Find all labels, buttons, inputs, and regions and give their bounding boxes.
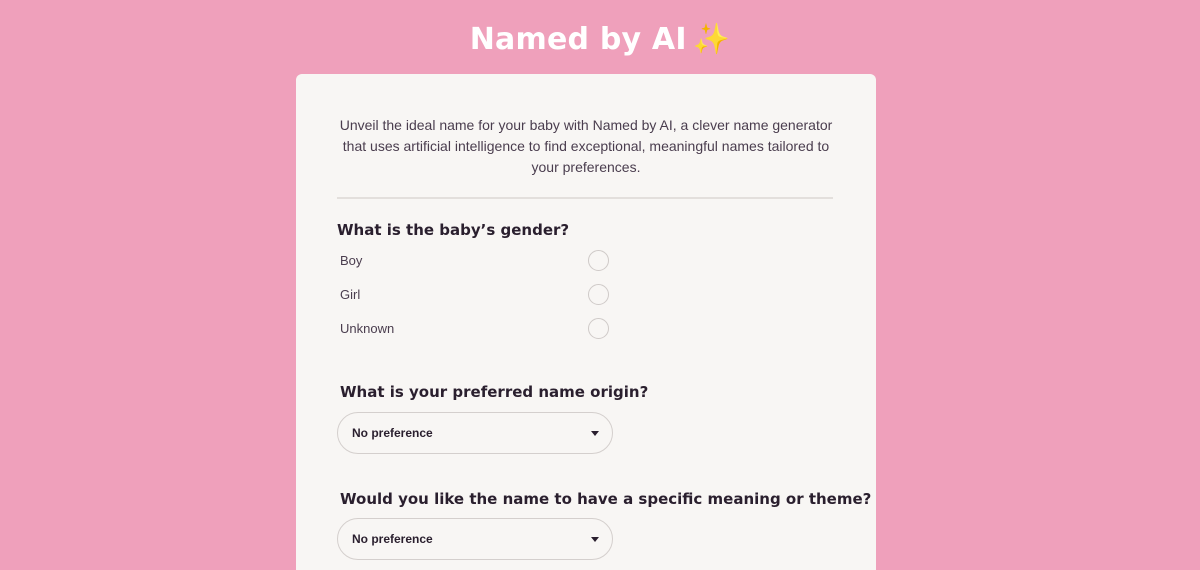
origin-select-value: No preference bbox=[352, 426, 433, 440]
origin-select[interactable]: No preference bbox=[337, 412, 613, 454]
gender-option-unknown[interactable]: Unknown bbox=[340, 318, 610, 340]
divider bbox=[337, 197, 833, 199]
gender-option-label: Unknown bbox=[340, 321, 395, 336]
meaning-question: Would you like the name to have a specif… bbox=[340, 490, 872, 508]
sparkles-icon: ✨ bbox=[692, 22, 731, 57]
site-title: Named by AI ✨ bbox=[0, 22, 1200, 57]
caret-down-icon bbox=[591, 537, 599, 542]
origin-question: What is your preferred name origin? bbox=[340, 383, 649, 401]
gender-radio-boy[interactable] bbox=[588, 250, 609, 271]
gender-question: What is the baby’s gender? bbox=[337, 221, 570, 239]
gender-option-label: Girl bbox=[340, 287, 361, 302]
caret-down-icon bbox=[591, 431, 599, 436]
site-title-text: Named by AI bbox=[469, 22, 687, 57]
gender-option-boy[interactable]: Boy bbox=[340, 250, 610, 272]
page: Named by AI ✨ Unveil the ideal name for y… bbox=[0, 0, 1200, 570]
meaning-select[interactable]: No preference bbox=[337, 518, 613, 560]
gender-radio-girl[interactable] bbox=[588, 284, 609, 305]
form-card: Unveil the ideal name for your baby with… bbox=[296, 74, 876, 570]
meaning-select-value: No preference bbox=[352, 532, 433, 546]
gender-option-girl[interactable]: Girl bbox=[340, 284, 610, 306]
gender-option-label: Boy bbox=[340, 253, 363, 268]
gender-radio-unknown[interactable] bbox=[588, 318, 609, 339]
intro-text: Unveil the ideal name for your baby with… bbox=[339, 117, 833, 175]
